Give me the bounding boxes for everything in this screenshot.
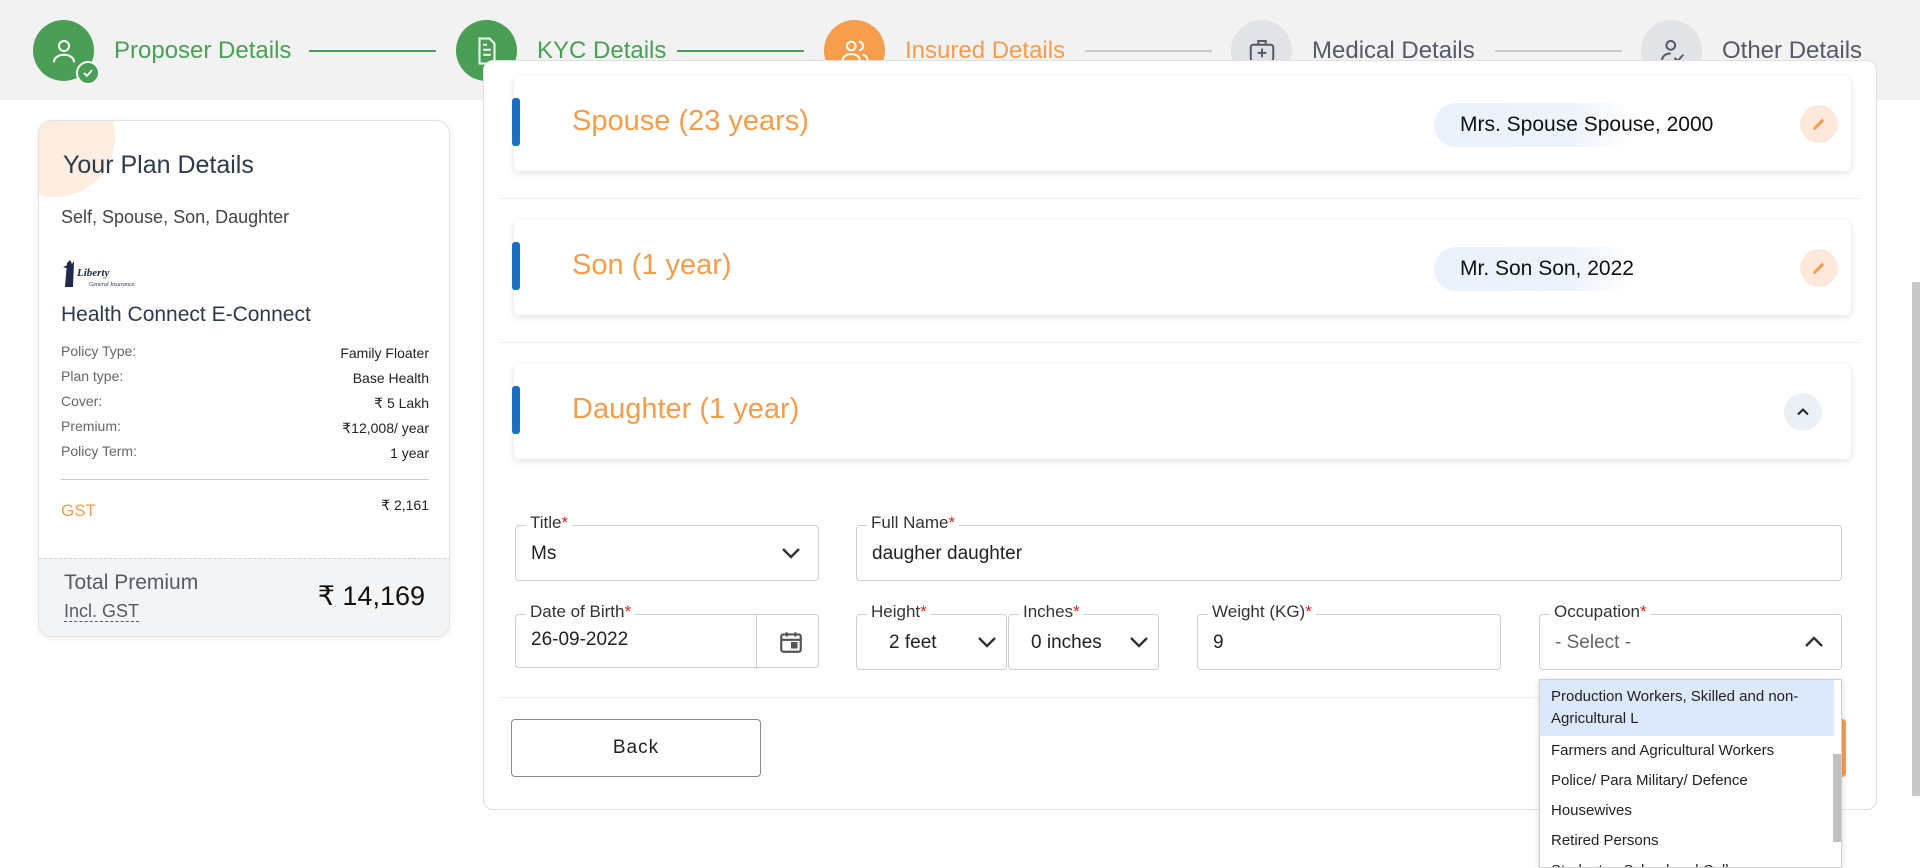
field-label: Date of Birth* (526, 602, 636, 622)
chevron-up-icon (1797, 408, 1809, 416)
gst-row: GST ₹ 2,161 (61, 497, 429, 521)
member-title: Spouse (23 years) (572, 105, 809, 137)
field-label: Height* (867, 602, 931, 622)
accent-bar (512, 98, 520, 146)
chevron-up-icon (1805, 636, 1823, 647)
chevron-down-icon (782, 548, 800, 559)
dropdown-option[interactable]: Production Workers, Skilled and non-Agri… (1540, 680, 1834, 736)
calendar-icon[interactable] (778, 629, 804, 655)
field-value: daugher daughter (872, 543, 1023, 564)
divider (500, 342, 1860, 343)
user-icon (33, 20, 100, 85)
step-connector (677, 50, 804, 52)
gst-label: GST (61, 501, 96, 520)
plan-row-policy-term: Policy Term: 1 year (61, 443, 429, 461)
occupation-select[interactable]: Occupation* - Select - (1539, 602, 1842, 670)
field-placeholder: - Select - (1555, 632, 1632, 653)
total-premium-value: ₹ 14,169 (317, 581, 425, 611)
field-label: Occupation* (1550, 602, 1651, 622)
step-connector (309, 50, 436, 52)
height-inches-select[interactable]: Inches* 0 inches (1008, 602, 1159, 670)
field-value: Ms (531, 543, 557, 564)
divider (756, 615, 757, 669)
member-title: Daughter (1 year) (572, 393, 800, 425)
check-icon (76, 61, 100, 85)
dropdown-option[interactable]: Police/ Para Military/ Defence (1540, 766, 1834, 796)
step-connector (1085, 50, 1212, 52)
accent-bar (512, 242, 520, 290)
collapse-daughter-button[interactable] (1784, 393, 1822, 431)
member-summary: Mr. Son Son, 2022 (1434, 247, 1634, 291)
field-label: Full Name* (867, 513, 960, 533)
svg-text:Liberty: Liberty (76, 267, 109, 279)
member-card-spouse[interactable]: Spouse (23 years) Mrs. Spouse Spouse, 20… (512, 76, 1851, 171)
field-value: 9 (1213, 632, 1224, 653)
plan-details-card: Your Plan Details Self, Spouse, Son, Dau… (38, 120, 450, 637)
member-card-son[interactable]: Son (1 year) Mr. Son Son, 2022 (512, 220, 1851, 315)
liberty-insurance-logo: Liberty General Insurance. (63, 260, 136, 288)
field-label: Inches* (1019, 602, 1084, 622)
dropdown-option[interactable]: Farmers and Agricultural Workers (1540, 736, 1834, 766)
gst-value: ₹ 2,161 (381, 497, 429, 513)
plan-info-rows: Policy Type: Family Floater Plan type: Bas… (61, 343, 429, 468)
edit-son-button[interactable] (1800, 249, 1838, 287)
svg-text:General Insurance.: General Insurance. (89, 282, 136, 288)
incl-gst-tooltip-link[interactable]: Incl. GST (64, 601, 140, 622)
field-label: Title* (526, 513, 573, 533)
member-title: Son (1 year) (572, 249, 732, 281)
chevron-down-icon (1130, 637, 1148, 648)
member-summary: Mrs. Spouse Spouse, 2000 (1434, 103, 1713, 147)
step-proposer-details[interactable]: Proposer Details (33, 20, 292, 85)
plan-row-plan-type: Plan type: Base Health (61, 368, 429, 386)
plan-row-premium: Premium: ₹12,008/ year (61, 418, 429, 436)
plan-row-cover: Cover: ₹ 5 Lakh (61, 393, 429, 411)
height-feet-select[interactable]: Height* 2 feet (856, 602, 1007, 670)
back-button[interactable]: Back (511, 719, 761, 777)
occupation-dropdown-list: Production Workers, Skilled and non-Agri… (1539, 679, 1842, 868)
title-select[interactable]: Title* Ms (515, 513, 819, 581)
field-label: Weight (KG)* (1208, 602, 1316, 622)
pencil-icon (1813, 118, 1825, 130)
chevron-down-icon (978, 637, 996, 648)
total-premium-box: Total Premium Incl. GST ₹ 14,169 (39, 558, 449, 636)
plan-row-policy-type: Policy Type: Family Floater (61, 343, 429, 361)
weight-input[interactable]: Weight (KG)* 9 (1197, 602, 1501, 670)
member-card-daughter[interactable]: Daughter (1 year) (512, 364, 1851, 459)
dropdown-option[interactable]: Retired Persons (1540, 826, 1834, 856)
date-of-birth-input[interactable]: Date of Birth* 26-09-2022 (515, 602, 819, 669)
plan-title: Your Plan Details (63, 151, 254, 179)
dropdown-option[interactable]: Housewives (1540, 796, 1834, 826)
total-premium-label: Total Premium (64, 571, 199, 594)
divider (500, 198, 1860, 199)
plan-members: Self, Spouse, Son, Daughter (61, 207, 290, 227)
field-value: 26-09-2022 (531, 629, 629, 650)
step-label: Proposer Details (114, 36, 292, 64)
accent-bar (512, 386, 520, 434)
page-scrollbar[interactable] (1912, 282, 1920, 796)
plan-name: Health Connect E-Connect (61, 303, 311, 326)
dropdown-option[interactable]: Students - School and College (1540, 856, 1834, 867)
field-value: 2 feet (889, 632, 937, 653)
field-value: 0 inches (1031, 632, 1102, 653)
edit-spouse-button[interactable] (1800, 105, 1838, 143)
dropdown-scrollbar[interactable] (1833, 754, 1841, 842)
pencil-icon (1813, 262, 1825, 274)
divider (61, 479, 429, 480)
step-connector (1495, 50, 1622, 52)
full-name-input[interactable]: Full Name* daugher daughter (856, 513, 1842, 581)
